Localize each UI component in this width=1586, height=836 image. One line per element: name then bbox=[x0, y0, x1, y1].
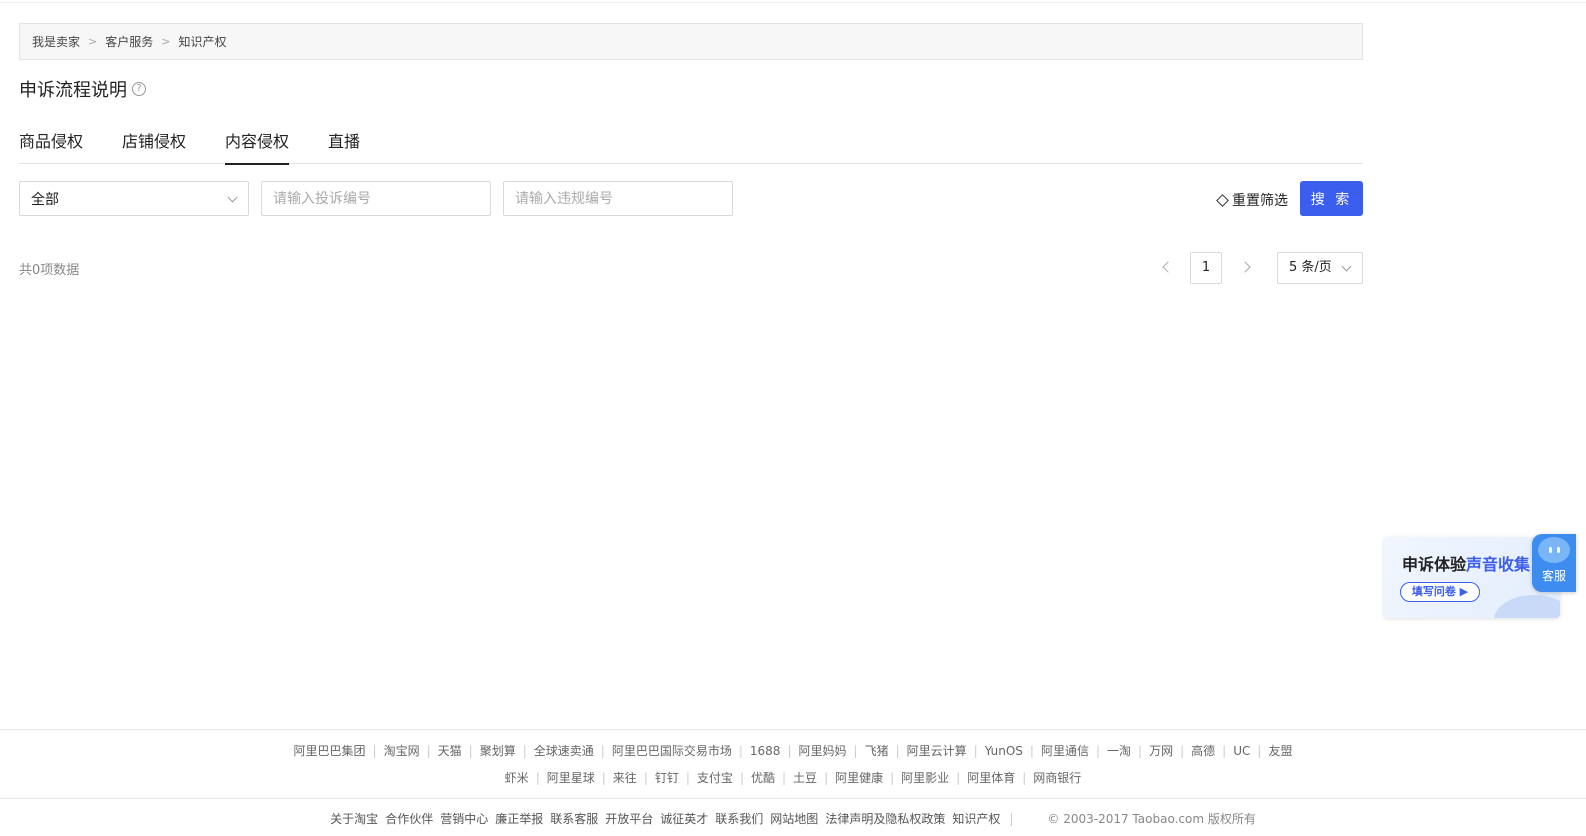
chevron-left-icon[interactable] bbox=[1162, 261, 1174, 273]
footer-link[interactable]: 支付宝 bbox=[679, 769, 733, 786]
tab-live-stream[interactable]: 直播 bbox=[328, 128, 360, 164]
tab-store-infringement[interactable]: 店铺侵权 bbox=[122, 128, 186, 164]
footer-link[interactable]: UC bbox=[1215, 744, 1250, 758]
survey-title-highlight: 声音收集 bbox=[1466, 555, 1531, 574]
eraser-icon bbox=[1216, 193, 1229, 207]
total-count: 共0项数据 bbox=[19, 263, 80, 278]
type-select-value: 全部 bbox=[31, 191, 59, 208]
footer-link[interactable]: 阿里巴巴国际交易市场 bbox=[594, 742, 732, 759]
footer-link[interactable]: 1688 bbox=[732, 744, 781, 758]
footer-link[interactable]: 阿里星球 bbox=[529, 769, 595, 786]
footer-bottom-link[interactable]: 联系客服 bbox=[550, 812, 598, 826]
chevron-down-icon bbox=[227, 192, 238, 203]
breadcrumb-separator: > bbox=[88, 35, 98, 48]
violation-number-input[interactable] bbox=[503, 181, 733, 216]
breadcrumb-item-ip[interactable]: 知识产权 bbox=[178, 33, 226, 50]
page-title-text: 申诉流程说明 bbox=[19, 80, 127, 101]
footer-separator: | bbox=[1009, 812, 1014, 826]
footer-bottom-link[interactable]: 开放平台 bbox=[605, 812, 653, 826]
page-number-button[interactable]: 1 bbox=[1190, 252, 1222, 284]
page-size-select[interactable]: 5 条/页 bbox=[1277, 252, 1363, 284]
chevron-right-icon[interactable] bbox=[1239, 261, 1251, 273]
footer-link[interactable]: 聚划算 bbox=[462, 742, 516, 759]
reset-filters-label: 重置筛选 bbox=[1232, 193, 1288, 209]
footer-bottom-link[interactable]: 合作伙伴 bbox=[385, 812, 433, 826]
tab-content-infringement[interactable]: 内容侵权 bbox=[225, 128, 290, 165]
footer-link[interactable]: 阿里云计算 bbox=[889, 742, 967, 759]
footer-link[interactable]: 天猫 bbox=[420, 742, 462, 759]
breadcrumb-item-seller[interactable]: 我是卖家 bbox=[32, 33, 80, 50]
mascot-icon bbox=[1538, 537, 1570, 563]
copyright: © 2003-2017 Taobao.com 版权所有 bbox=[1047, 812, 1256, 826]
customer-service-label: 客服 bbox=[1541, 569, 1566, 583]
footer-bottom-link[interactable]: 网站地图 bbox=[770, 812, 818, 826]
type-select[interactable]: 全部 bbox=[19, 181, 249, 216]
mascot-eye bbox=[1549, 547, 1552, 553]
footer-bottom-link[interactable]: 诚征英才 bbox=[660, 812, 708, 826]
footer-link[interactable]: 阿里妈妈 bbox=[780, 742, 847, 759]
footer-bottom-link[interactable]: 关于淘宝 bbox=[330, 812, 378, 826]
customer-service-button[interactable]: 客服 bbox=[1532, 534, 1576, 592]
footer-link[interactable]: 万网 bbox=[1131, 742, 1173, 759]
footer-link[interactable]: 一淘 bbox=[1089, 742, 1131, 759]
footer-link[interactable]: 友盟 bbox=[1250, 742, 1292, 759]
footer-link[interactable]: 阿里影业 bbox=[883, 769, 949, 786]
footer-bottom-link[interactable]: 廉正举报 bbox=[495, 812, 543, 826]
page-size-value: 5 条/页 bbox=[1289, 260, 1332, 275]
footer-link[interactable]: 土豆 bbox=[775, 769, 817, 786]
footer-link[interactable]: 飞猪 bbox=[847, 742, 889, 759]
footer-link[interactable]: 来往 bbox=[595, 769, 637, 786]
footer-link[interactable]: 阿里健康 bbox=[817, 769, 883, 786]
footer-link[interactable]: 淘宝网 bbox=[366, 742, 420, 759]
breadcrumb-separator: > bbox=[161, 35, 171, 48]
search-button[interactable]: 搜 索 bbox=[1300, 181, 1363, 216]
footer-link[interactable]: 高德 bbox=[1173, 742, 1215, 759]
footer-bottom-link[interactable]: 联系我们 bbox=[715, 812, 763, 826]
survey-decoration bbox=[1494, 595, 1560, 618]
footer-group-links: 阿里巴巴集团淘宝网天猫聚划算全球速卖通阿里巴巴国际交易市场1688阿里妈妈飞猪阿… bbox=[0, 742, 1586, 759]
footer-link[interactable]: 阿里通信 bbox=[1023, 742, 1089, 759]
footer-divider bbox=[0, 798, 1586, 799]
footer-group-links-row2: 虾米阿里星球来往钉钉支付宝优酷土豆阿里健康阿里影业阿里体育网商银行 bbox=[0, 769, 1586, 786]
footer-link[interactable]: 全球速卖通 bbox=[516, 742, 594, 759]
complaint-number-input[interactable] bbox=[261, 181, 491, 216]
footer-link[interactable]: 优酷 bbox=[733, 769, 775, 786]
footer-link[interactable]: 网商银行 bbox=[1015, 769, 1081, 786]
chevron-down-icon bbox=[1341, 261, 1352, 272]
tab-bar: 商品侵权 店铺侵权 内容侵权 直播 bbox=[19, 128, 1363, 165]
footer-divider bbox=[0, 729, 1586, 730]
fill-survey-button[interactable]: 填写问卷 ▶ bbox=[1400, 582, 1480, 602]
footer-bottom-link[interactable]: 法律声明及隐私权政策 bbox=[825, 812, 945, 826]
footer-bottom-link[interactable]: 知识产权 bbox=[952, 812, 1000, 826]
footer-bottom-links: 关于淘宝 合作伙伴 营销中心 廉正举报 联系客服 开放平台 诚征英才 联系我们 网站地图 法律声明… bbox=[0, 810, 1586, 827]
breadcrumb: 我是卖家 > 客户服务 > 知识产权 bbox=[19, 23, 1363, 60]
survey-title-prefix: 申诉体验 bbox=[1402, 555, 1467, 574]
tab-product-infringement[interactable]: 商品侵权 bbox=[19, 128, 83, 164]
footer-link[interactable]: 钉钉 bbox=[637, 769, 679, 786]
page-title: 申诉流程说明 ? bbox=[19, 76, 146, 102]
survey-title: 申诉体验声音收集 bbox=[1402, 551, 1530, 575]
footer-link[interactable]: 阿里巴巴集团 bbox=[294, 742, 366, 759]
footer-link[interactable]: 阿里体育 bbox=[949, 769, 1015, 786]
top-divider bbox=[0, 2, 1586, 3]
mascot-eye bbox=[1557, 547, 1560, 553]
footer-bottom-link[interactable]: 营销中心 bbox=[440, 812, 488, 826]
help-icon[interactable]: ? bbox=[132, 82, 146, 96]
footer-link[interactable]: 虾米 bbox=[505, 769, 529, 786]
breadcrumb-item-customer-service[interactable]: 客户服务 bbox=[105, 33, 153, 50]
reset-filters-button[interactable]: 重置筛选 bbox=[1216, 190, 1288, 210]
footer-link[interactable]: YunOS bbox=[967, 744, 1023, 758]
